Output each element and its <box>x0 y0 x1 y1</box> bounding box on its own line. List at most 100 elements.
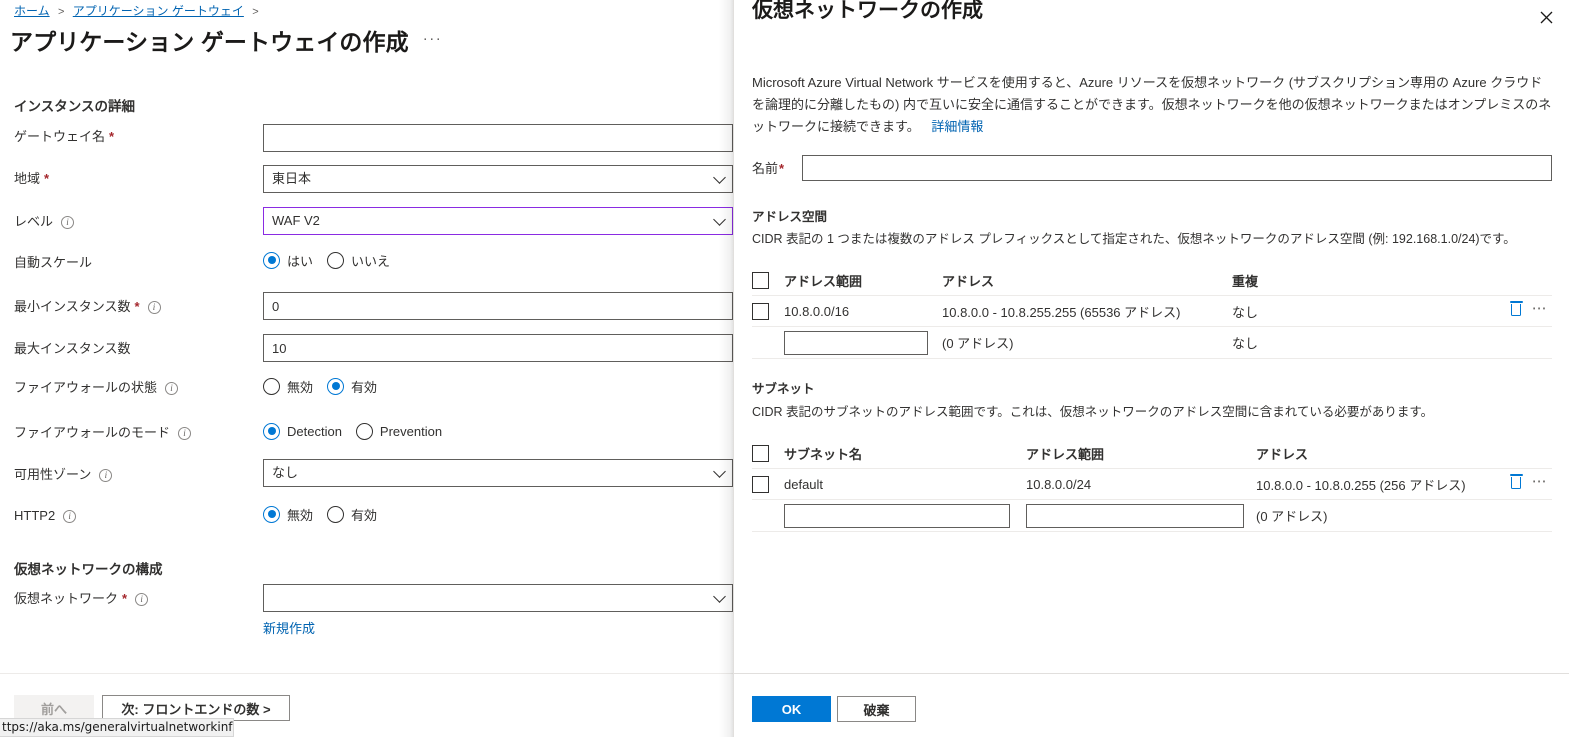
column-header-subnet-name: サブネット名 <box>784 447 863 462</box>
radio-firewall-disabled[interactable] <box>263 377 280 395</box>
cell-address-range: 10.8.0.0/16 <box>784 303 850 319</box>
breadcrumb: ホーム > アプリケーション ゲートウェイ > <box>14 2 264 21</box>
column-header-overlap: 重複 <box>1232 274 1259 289</box>
chevron-down-icon-az <box>713 465 726 478</box>
section-heading-address-space: アドレス空間 <box>752 210 828 224</box>
address-space-table: アドレス範囲 アドレス 重複 10.8.0.0/16 10.8.0.0 - 10… <box>752 266 1552 359</box>
label-min-instances: 最小インスタンス数 * i <box>14 298 161 316</box>
address-space-table-header: アドレス範囲 アドレス 重複 <box>752 266 1552 296</box>
http2-disabled-label: 無効 <box>287 507 314 523</box>
vnet-name-input[interactable] <box>802 155 1552 181</box>
radio-http2-enabled[interactable] <box>327 505 345 523</box>
firewall-mode-option-detection[interactable]: Detection <box>263 422 342 440</box>
create-new-vnet-link[interactable]: 新規作成 <box>263 618 733 637</box>
subnet-row-checkbox-cell <box>752 475 784 493</box>
http2-option-disabled[interactable]: 無効 <box>263 505 313 524</box>
chevron-down-icon <box>713 171 726 184</box>
autoscale-option-no[interactable]: いいえ <box>327 251 390 270</box>
max-instances-input[interactable] <box>263 334 733 362</box>
delete-icon-subnet[interactable] <box>1509 474 1523 489</box>
http2-option-enabled[interactable]: 有効 <box>327 505 377 524</box>
http2-radio-group: 無効 有効 <box>263 500 377 528</box>
info-icon-firewall-status[interactable]: i <box>165 381 179 395</box>
label-max-instances: 最大インスタンス数 <box>14 341 131 356</box>
column-header-address: アドレス <box>942 274 995 289</box>
firewall-mode-detection-label: Detection <box>287 423 342 439</box>
availability-zone-dropdown[interactable]: なし <box>263 459 733 487</box>
label-availability-zone: 可用性ゾーン i <box>14 466 113 484</box>
more-options-icon-subnet[interactable]: ⋯ <box>1532 474 1548 489</box>
new-subnet-range-input[interactable] <box>1026 503 1244 528</box>
gateway-name-input[interactable] <box>263 124 733 152</box>
new-address-range-input[interactable] <box>784 330 928 355</box>
radio-autoscale-no[interactable] <box>327 251 345 269</box>
cell-overlap: なし <box>1232 304 1259 320</box>
min-instances-input[interactable] <box>263 292 733 320</box>
checkbox-subnet-row[interactable] <box>752 475 769 493</box>
info-icon-virtual-network[interactable]: i <box>135 592 149 606</box>
virtual-network-dropdown[interactable] <box>263 584 733 612</box>
subnets-help-text: CIDR 表記のサブネットのアドレス範囲です。これは、仮想ネットワークのアドレス… <box>752 405 1434 419</box>
radio-autoscale-yes[interactable] <box>263 251 280 269</box>
section-heading-vnet-config: 仮想ネットワークの構成 <box>14 562 163 577</box>
more-options-icon[interactable]: ⋯ <box>1532 301 1548 316</box>
http2-enabled-label: 有効 <box>351 507 378 523</box>
new-subnet-name-input[interactable] <box>784 503 1010 528</box>
firewall-mode-radio-group: Detection Prevention <box>263 417 442 445</box>
left-pane-footer-divider <box>0 673 733 674</box>
checkbox-select-all-subnets[interactable] <box>752 445 769 462</box>
radio-firewall-enabled[interactable] <box>327 377 345 395</box>
address-space-help-text: CIDR 表記の 1 つまたは複数のアドレス プレフィックスとして指定された、仮… <box>752 232 1516 246</box>
firewall-status-disabled-label: 無効 <box>287 379 314 395</box>
subnet-row[interactable]: default 10.8.0.0/24 10.8.0.0 - 10.8.0.25… <box>752 469 1552 500</box>
tier-dropdown-value: WAF V2 <box>272 213 320 228</box>
address-space-row[interactable]: 10.8.0.0/16 10.8.0.0 - 10.8.255.255 (655… <box>752 296 1552 327</box>
radio-firewall-mode-detection[interactable] <box>263 422 280 440</box>
firewall-status-enabled-label: 有効 <box>351 379 378 395</box>
region-dropdown-value: 東日本 <box>272 171 312 186</box>
address-space-row-actions: ⋯ <box>1509 301 1548 316</box>
panel-description-text: Microsoft Azure Virtual Network サービスを使用す… <box>752 75 1552 134</box>
firewall-status-option-enabled[interactable]: 有効 <box>327 377 377 396</box>
firewall-mode-prevention-label: Prevention <box>379 423 443 439</box>
breadcrumb-item-application-gateway[interactable]: アプリケーション ゲートウェイ <box>73 4 244 18</box>
label-region: 地域 * <box>14 171 50 186</box>
delete-icon[interactable] <box>1509 301 1523 316</box>
info-icon-min-instances[interactable]: i <box>147 300 161 314</box>
page-title-more-icon[interactable]: ··· <box>423 30 443 55</box>
info-icon-availability-zone[interactable]: i <box>99 468 113 482</box>
firewall-mode-option-prevention[interactable]: Prevention <box>355 422 443 440</box>
label-gateway-name: ゲートウェイ名 * <box>14 129 115 144</box>
checkbox-address-space-row[interactable] <box>752 302 769 320</box>
label-tier: レベル i <box>14 213 75 231</box>
label-firewall-status: ファイアウォールの状態 i <box>14 379 179 397</box>
column-header-address-range: アドレス範囲 <box>784 274 863 289</box>
tier-dropdown[interactable]: WAF V2 <box>263 207 733 235</box>
panel-footer-buttons: OK 破棄 <box>752 696 916 722</box>
region-dropdown[interactable]: 東日本 <box>263 165 733 193</box>
info-icon-tier[interactable]: i <box>61 215 75 229</box>
cell-subnet-name: default <box>784 476 824 492</box>
radio-firewall-mode-prevention[interactable] <box>355 422 373 440</box>
required-mark-region: * <box>44 171 50 186</box>
close-icon[interactable] <box>1531 2 1561 32</box>
page-title: アプリケーション ゲートウェイの作成 <box>10 29 409 55</box>
label-vnet-name: 名前* <box>752 161 785 176</box>
new-overlap-text: なし <box>1232 336 1259 351</box>
breadcrumb-item-home[interactable]: ホーム <box>14 4 50 18</box>
autoscale-option-yes[interactable]: はい <box>263 251 313 270</box>
new-address-range-cell <box>784 330 942 355</box>
info-icon-http2[interactable]: i <box>63 509 77 523</box>
breadcrumb-separator-icon: > <box>57 6 65 18</box>
learn-more-link[interactable]: 詳細情報 <box>931 119 983 134</box>
firewall-status-option-disabled[interactable]: 無効 <box>263 377 313 396</box>
section-heading-subnets: サブネット <box>752 382 815 396</box>
page-title-row: アプリケーション ゲートウェイの作成 ··· <box>10 26 442 58</box>
radio-http2-disabled[interactable] <box>263 505 280 523</box>
info-icon-firewall-mode[interactable]: i <box>178 426 192 440</box>
subnets-select-all-cell <box>752 445 784 462</box>
checkbox-select-all-address-space[interactable] <box>752 272 769 289</box>
ok-button[interactable]: OK <box>752 696 831 722</box>
subnets-table-header: サブネット名 アドレス範囲 アドレス <box>752 439 1552 469</box>
discard-button[interactable]: 破棄 <box>837 696 916 722</box>
